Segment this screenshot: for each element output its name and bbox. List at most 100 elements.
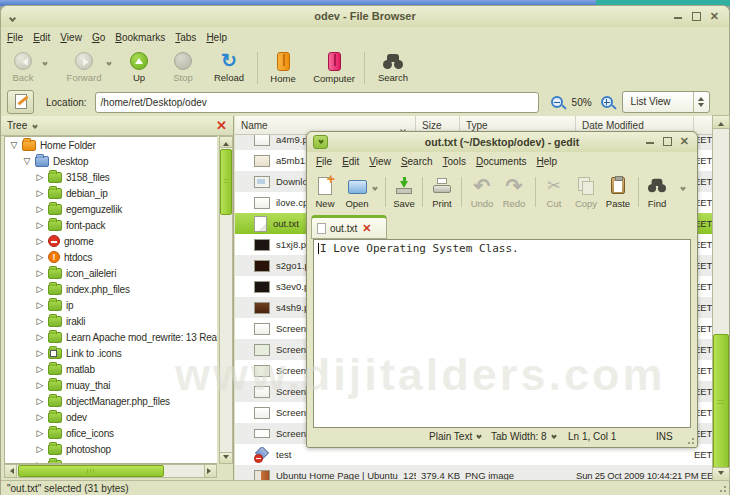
paste-button[interactable]: Paste <box>602 172 634 212</box>
open-button[interactable]: Open <box>341 172 373 212</box>
tree-item-photoshop[interactable]: ▷photoshop <box>5 441 217 457</box>
toolbar-overflow-icon[interactable] <box>681 181 685 192</box>
maximize-icon[interactable] <box>692 12 701 21</box>
sidebar-header[interactable]: Tree ✕ <box>1 116 233 136</box>
expander-closed-icon[interactable]: ▷ <box>35 220 45 230</box>
tree-item-irakli[interactable]: ▷irakli <box>5 313 217 329</box>
tree-item-debian-ip[interactable]: ▷debian_ip <box>5 185 217 201</box>
new-button[interactable]: New <box>309 172 341 212</box>
tree-item-gnome[interactable]: ▷gnome <box>5 233 217 249</box>
close-icon[interactable]: ✕ <box>710 9 719 23</box>
tree-item-egemguzellik[interactable]: ▷egemguzellik <box>5 201 217 217</box>
save-button[interactable]: Save <box>388 172 420 212</box>
expander-closed-icon[interactable]: ▷ <box>35 300 45 310</box>
expander-closed-icon[interactable]: ▷ <box>35 236 45 246</box>
tree-item-objectmanager-php-files[interactable]: ▷objectManager.php_files <box>5 393 217 409</box>
resize-grip[interactable] <box>716 482 728 494</box>
print-button[interactable]: Print <box>426 172 458 212</box>
menu-file[interactable]: File <box>2 30 28 45</box>
expander-closed-icon[interactable]: ▷ <box>35 284 45 294</box>
language-select[interactable]: Plain Text <box>429 431 481 442</box>
computer-button[interactable]: Computer <box>310 48 358 88</box>
gedit-titlebar[interactable]: out.txt (~/Desktop/odev) - gedit ✕ <box>307 132 697 152</box>
menu-bookmarks[interactable]: Bookmarks <box>110 30 170 45</box>
tab-width-select[interactable]: Tab Width: 8 <box>491 431 556 442</box>
sidebar-scrollbar-thumb[interactable] <box>220 149 232 215</box>
menu-tabs[interactable]: Tabs <box>170 30 201 45</box>
gedit-maximize-icon[interactable] <box>663 137 672 146</box>
expander-open-icon[interactable]: ▽ <box>9 140 19 150</box>
tree-item-ofice-icons[interactable]: ▷ofice_icons <box>5 425 217 441</box>
file-list-scrollbar-thumb[interactable] <box>713 334 729 471</box>
search-button[interactable]: Search <box>373 48 413 88</box>
sidebar-horizontal-scrollbar[interactable] <box>4 464 217 478</box>
gedit-menu-help[interactable]: Help <box>532 154 563 169</box>
zoom-out-button[interactable] <box>551 96 563 108</box>
sidebar-hscrollbar-thumb[interactable] <box>18 465 164 477</box>
expander-closed-icon[interactable]: ▷ <box>35 204 45 214</box>
expander-closed-icon[interactable]: ▷ <box>35 316 45 326</box>
find-button[interactable]: Find <box>641 172 673 212</box>
expander-closed-icon[interactable]: ▷ <box>35 380 45 390</box>
tab-out-txt[interactable]: out.txt ✕ <box>311 215 387 239</box>
tree-item-learn-apache-mod-rewrite-13-real-work[interactable]: ▷Learn Apache mod_rewrite: 13 Real-work <box>5 329 217 345</box>
gedit-menu-file[interactable]: File <box>311 154 337 169</box>
gedit-menu-edit[interactable]: Edit <box>337 154 364 169</box>
expander-closed-icon[interactable]: ▷ <box>35 348 45 358</box>
home-button[interactable]: Home <box>265 48 301 88</box>
tree-item-3158-files[interactable]: ▷3158_files <box>5 169 217 185</box>
expander-closed-icon[interactable]: ▷ <box>35 332 45 342</box>
up-button[interactable]: Up <box>123 48 155 88</box>
scroll-up-icon[interactable] <box>712 115 730 129</box>
expander-closed-icon[interactable]: ▷ <box>35 364 45 374</box>
reload-button[interactable]: ↻ Reload <box>209 48 249 88</box>
expander-closed-icon[interactable]: ▷ <box>35 428 45 438</box>
gedit-menu-view[interactable]: View <box>364 154 396 169</box>
tree-item-index-php-files[interactable]: ▷index.php_files <box>5 281 217 297</box>
tree-item-ip[interactable]: ▷ip <box>5 297 217 313</box>
scroll-down-icon[interactable] <box>219 452 233 464</box>
tree-item-partial[interactable]: ▷ <box>5 457 217 464</box>
expander-closed-icon[interactable]: ▷ <box>35 412 45 422</box>
gedit-resize-grip[interactable] <box>685 435 695 445</box>
expander-closed-icon[interactable]: ▷ <box>35 252 45 262</box>
sidebar-close-icon[interactable]: ✕ <box>216 118 227 133</box>
tab-close-icon[interactable]: ✕ <box>362 222 371 235</box>
menu-go[interactable]: Go <box>87 30 110 45</box>
tree-item-icon-aileleri[interactable]: ▷icon_aileleri <box>5 265 217 281</box>
gedit-minimize-icon[interactable] <box>646 136 655 146</box>
gedit-text-area[interactable]: I Love Operating System Class. <box>313 239 691 428</box>
tree-item-odev[interactable]: ▷odev <box>5 409 217 425</box>
scroll-down-icon[interactable] <box>712 467 730 481</box>
expander-closed-icon[interactable]: ▷ <box>35 172 45 182</box>
tree-item-home-folder[interactable]: ▽Home Folder <box>5 137 217 153</box>
file-row-ubuntu-home-page-ubuntu-125-[interactable]: Ubuntu Home Page | Ubuntu_125...379.4 KB… <box>235 465 714 480</box>
tree-item-htdocs[interactable]: ▷htdocs <box>5 249 217 265</box>
expander-closed-icon[interactable]: ▷ <box>35 396 45 406</box>
scroll-right-icon[interactable] <box>204 464 217 478</box>
expander-closed-icon[interactable]: ▷ <box>35 444 45 454</box>
file-browser-titlebar[interactable]: odev - File Browser ✕ <box>1 6 729 27</box>
view-mode-spinner[interactable] <box>693 92 709 112</box>
sidebar-vertical-scrollbar[interactable] <box>219 136 233 464</box>
expander-closed-icon[interactable]: ▷ <box>35 188 45 198</box>
tree-item-link-to-icons[interactable]: ▷Link to .icons <box>5 345 217 361</box>
menu-edit[interactable]: Edit <box>28 30 55 45</box>
gedit-menu-search[interactable]: Search <box>396 154 438 169</box>
location-edit-button[interactable] <box>7 90 34 114</box>
minimize-icon[interactable] <box>674 11 683 21</box>
tree-item-font-pack[interactable]: ▷font-pack <box>5 217 217 233</box>
gedit-menu-tools[interactable]: Tools <box>438 154 471 169</box>
open-dropdown-icon[interactable] <box>373 181 377 192</box>
expander-open-icon[interactable]: ▽ <box>22 156 32 166</box>
file-list-scrollbar[interactable] <box>712 116 729 480</box>
gedit-close-icon[interactable]: ✕ <box>680 134 689 148</box>
tree-item-desktop[interactable]: ▽Desktop <box>5 153 217 169</box>
tree-item-matlab[interactable]: ▷matlab <box>5 361 217 377</box>
expander-closed-icon[interactable]: ▷ <box>35 268 45 278</box>
zoom-in-button[interactable] <box>601 96 613 108</box>
menu-help[interactable]: Help <box>201 30 232 45</box>
location-input[interactable]: /home/ret/Desktop/odev <box>95 92 539 113</box>
menu-view[interactable]: View <box>55 30 87 45</box>
view-mode-select[interactable]: List View <box>622 91 710 113</box>
